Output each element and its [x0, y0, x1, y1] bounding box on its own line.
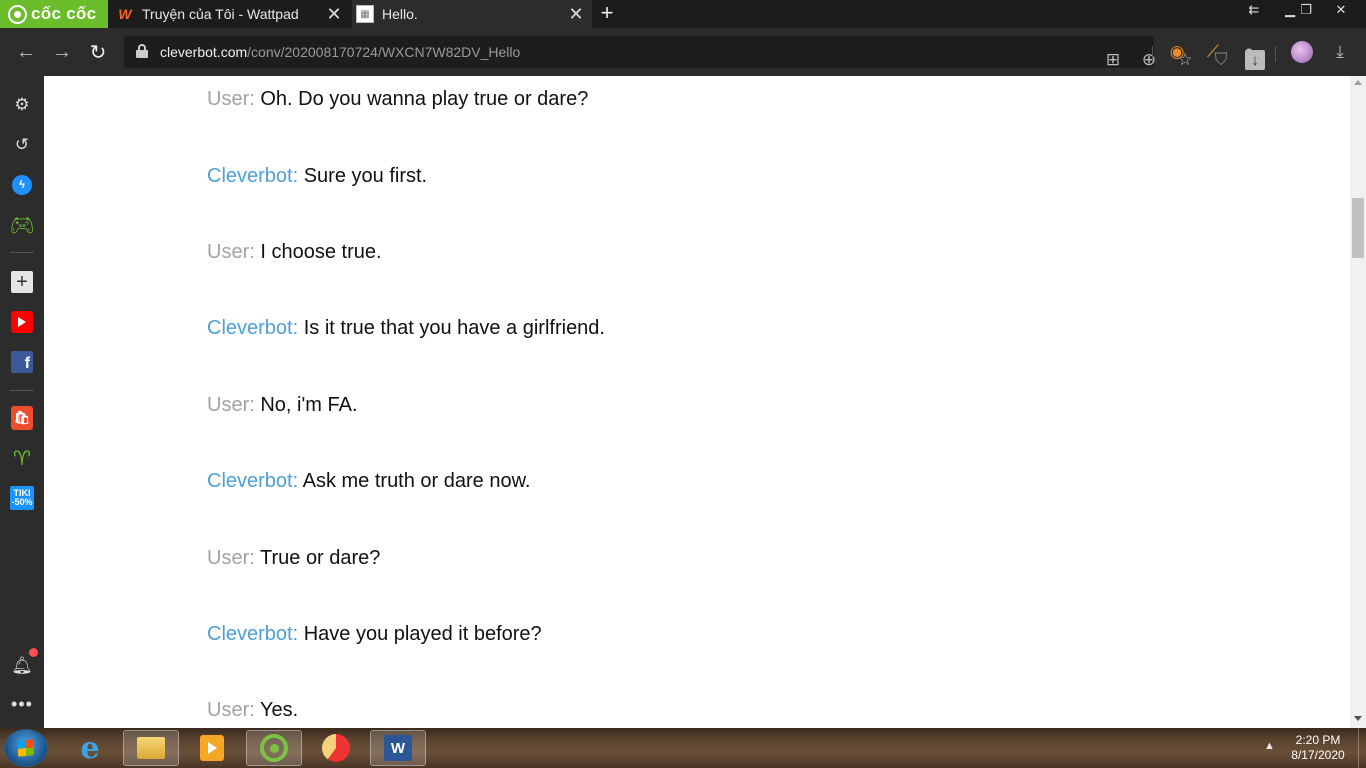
forward-button[interactable]: → [50, 40, 74, 64]
message-text: Yes. [260, 699, 299, 721]
gamepad-icon[interactable]: 🎮︎ [9, 213, 34, 237]
url-path: /conv/202008170724/WXCN7W82DV_Hello [247, 44, 521, 60]
tiki-icon[interactable]: TIKI -50% [10, 486, 34, 510]
restore-icon[interactable]: ❐ [1289, 0, 1323, 20]
media-player-icon[interactable] [184, 730, 240, 766]
coccoc-icon[interactable]: ♈︎ [10, 446, 34, 470]
lock-icon[interactable] [136, 44, 148, 58]
speaker-label: User: [207, 241, 255, 263]
message-text: I choose true. [260, 241, 382, 263]
conversation-line: User: Oh. Do you wanna play true or dare… [207, 88, 588, 111]
tab-wattpad[interactable]: W Truyện của Tôi - Wattpad ✕ [110, 0, 350, 28]
scroll-down-icon[interactable] [1354, 716, 1362, 721]
close-tab-icon[interactable]: ✕ [566, 4, 586, 24]
tab-title: Truyện của Tôi - Wattpad [142, 6, 299, 22]
page-scrollbar[interactable] [1350, 76, 1366, 728]
conversation-line: User: I choose true. [207, 241, 382, 264]
conversation-line: Cleverbot: Have you played it before? [207, 623, 542, 646]
browser-sidebar: ⚙ ↺ ϟ 🎮︎ + f 🛍︎ ♈︎ TIKI -50% 🔔︎ ••• [0, 76, 44, 728]
gear-icon[interactable]: ⚙ [10, 93, 34, 117]
page-content: User: Oh. Do you wanna play true or dare… [44, 76, 1350, 728]
clock-time: 2:20 PM [1295, 733, 1341, 747]
tab-title: Hello. [382, 6, 418, 22]
speaker-label: Cleverbot: [207, 165, 299, 187]
start-button[interactable] [4, 729, 48, 767]
coccoc-logo-icon [8, 4, 27, 24]
extension-circle-icon[interactable]: ● [1237, 40, 1261, 64]
scroll-up-icon[interactable] [1354, 80, 1362, 85]
message-text: Have you played it before? [303, 623, 542, 645]
conversation-line: Cleverbot: Ask me truth or dare now. [207, 470, 531, 493]
close-window-icon[interactable]: ✕ [1324, 0, 1358, 20]
coccoc-icon[interactable] [246, 730, 302, 766]
youtube-icon[interactable] [10, 310, 34, 334]
messenger-icon[interactable]: ϟ [10, 173, 34, 197]
message-text: Ask me truth or dare now. [302, 470, 531, 492]
conversation-line: User: No, i'm FA. [207, 394, 358, 417]
word-glyph: W [384, 735, 412, 761]
url-domain: cleverbot.com [160, 44, 248, 60]
add-icon[interactable]: + [10, 270, 34, 294]
message-text: No, i'm FA. [260, 394, 358, 416]
shopee-icon[interactable]: 🛍︎ [10, 406, 34, 430]
toolbar-divider [1275, 46, 1276, 62]
browser-toolbar: ← → ↻ cleverbot.com/conv/202008170724/WX… [0, 28, 1366, 76]
internet-explorer-icon[interactable]: e [62, 730, 118, 766]
url-text[interactable]: cleverbot.com/conv/202008170724/WXCN7W82… [160, 44, 520, 60]
pin-window-icon[interactable]: ⇇ [1237, 0, 1271, 20]
downloads-icon[interactable]: ⤓ [1328, 40, 1352, 64]
bell-icon[interactable]: 🔔︎ [10, 654, 34, 678]
zoom-icon[interactable]: ⊕ [1137, 48, 1161, 72]
conversation-line: User: True or dare? [207, 547, 380, 570]
sidebar-divider [10, 390, 34, 391]
history-icon[interactable]: ↺ [10, 133, 34, 157]
wattpad-icon: W [118, 6, 132, 22]
tiki-badge: -50% [11, 497, 33, 507]
toolbar-divider [1152, 46, 1153, 62]
ccleaner-icon[interactable] [308, 730, 364, 766]
facebook-icon[interactable]: f [10, 350, 34, 374]
notification-dot [29, 648, 38, 657]
sidebar-divider [10, 252, 34, 253]
carrot-extension-icon[interactable]: ⟋ [1201, 40, 1225, 64]
address-bar[interactable]: cleverbot.com/conv/202008170724/WXCN7W82… [124, 36, 1265, 70]
tab-hello[interactable]: ▦ Hello. ✕ [352, 0, 592, 28]
brand-name: cốc cốc [31, 4, 97, 23]
message-text: Is it true that you have a girlfriend. [303, 317, 605, 339]
extension-icon[interactable]: ◉ [1165, 40, 1189, 64]
conversation-line: User: Yes. [207, 699, 298, 722]
conversation-line: Cleverbot: Sure you first. [207, 165, 427, 188]
translate-icon[interactable]: ⊞ [1101, 48, 1125, 72]
scrollbar-thumb[interactable] [1352, 198, 1364, 258]
system-clock[interactable]: 2:20 PM 8/17/2020 [1284, 733, 1352, 763]
message-text: Oh. Do you wanna play true or dare? [260, 88, 589, 110]
tab-strip: cốc cốc W Truyện của Tôi - Wattpad ✕ ▦ H… [0, 0, 1366, 28]
conversation-line: Cleverbot: Is it true that you have a gi… [207, 317, 605, 340]
speaker-label: Cleverbot: [207, 623, 299, 645]
new-tab-button[interactable]: + [596, 2, 618, 24]
speaker-label: Cleverbot: [207, 317, 299, 339]
speaker-label: User: [207, 547, 255, 569]
more-icon[interactable]: ••• [10, 692, 34, 716]
coccoc-menu-button[interactable]: cốc cốc [0, 0, 108, 28]
tray-expand-icon[interactable]: ▲ [1264, 740, 1275, 752]
windows-taskbar: e W ▲ 2:20 PM 8/17/2020 [0, 728, 1366, 768]
message-text: Sure you first. [303, 165, 428, 187]
file-explorer-icon[interactable] [123, 730, 179, 766]
speaker-label: User: [207, 88, 255, 110]
speaker-label: User: [207, 699, 255, 721]
facebook-glyph: f [11, 351, 33, 373]
page-favicon-icon: ▦ [356, 5, 374, 23]
clock-date: 8/17/2020 [1291, 748, 1345, 762]
reload-button[interactable]: ↻ [86, 40, 110, 64]
word-icon[interactable]: W [370, 730, 426, 766]
speaker-label: User: [207, 394, 255, 416]
close-tab-icon[interactable]: ✕ [324, 4, 344, 24]
speaker-label: Cleverbot: [207, 470, 299, 492]
profile-avatar[interactable] [1291, 41, 1313, 63]
back-button[interactable]: ← [14, 40, 38, 64]
show-desktop-button[interactable] [1358, 728, 1366, 768]
message-text: True or dare? [260, 547, 381, 569]
